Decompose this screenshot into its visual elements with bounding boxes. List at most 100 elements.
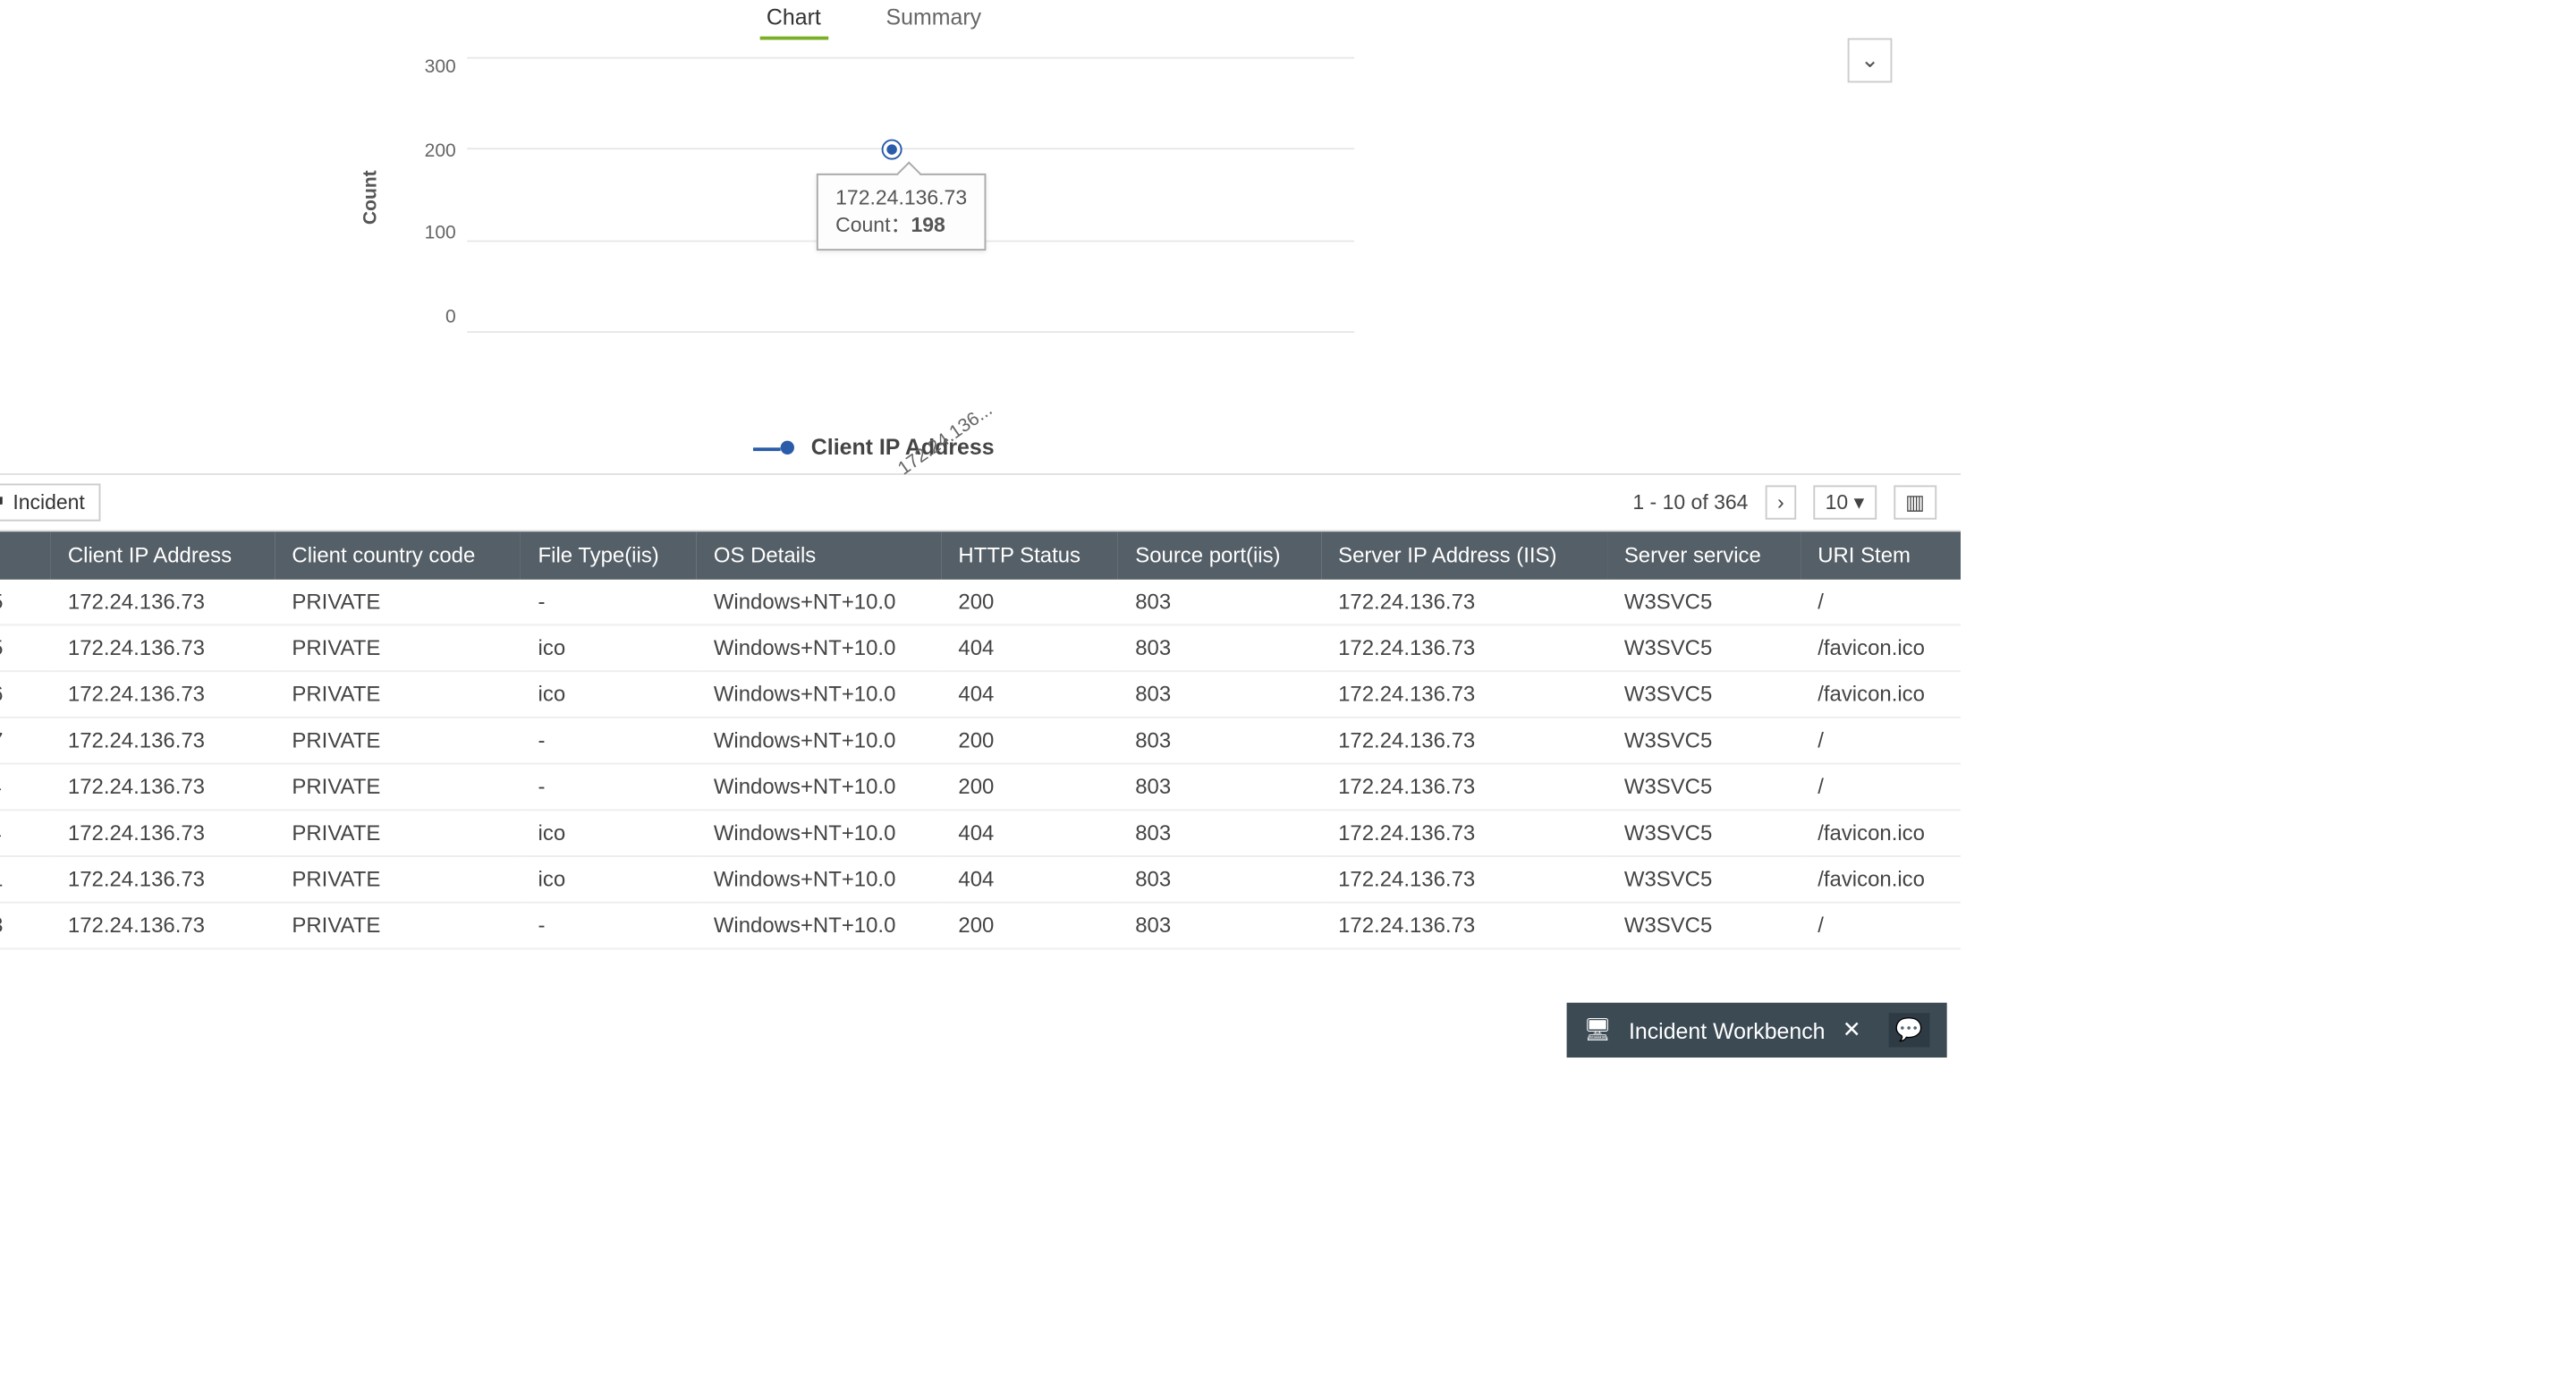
cell: 172.24.136.73 (51, 671, 275, 718)
cell: W3SVC5 (1607, 718, 1801, 764)
cell: W3SVC5 (1607, 810, 1801, 856)
col-header[interactable]: HTTP Status (941, 531, 1118, 580)
col-header[interactable]: URI Stem (1801, 531, 1961, 580)
page-size-select[interactable]: 10 ▾ (1813, 485, 1876, 519)
cell: /favicon.ico (1801, 856, 1961, 903)
cell: W3SVC5 (1607, 764, 1801, 811)
cell: Windows+NT+10.0 (697, 810, 942, 856)
col-header[interactable]: Source port(iis) (1118, 531, 1321, 580)
cell: 172.24.136.73 (1321, 718, 1607, 764)
table-toolbar: ▦ ≡ ⚑Incident 1 - 10 of 364 › 10 ▾ ▥ (0, 473, 1961, 531)
chart-tab[interactable]: Chart (759, 0, 827, 40)
cell: 2024-05-09 12:54:46 (0, 671, 51, 718)
y-tick: 100 (425, 224, 456, 244)
table-row[interactable]: 2024-05-09 13:47:05172.24.136.73PRIVATE-… (0, 580, 1961, 625)
cell: PRIVATE (275, 625, 521, 671)
cell: 2024-05-09 13:47:05 (0, 625, 51, 671)
pagination-range: 1 - 10 of 364 (1632, 490, 1748, 514)
cell: 2024-05-09 11:47:44 (0, 764, 51, 811)
cell: 2024-05-09 12:54:37 (0, 718, 51, 764)
cell: PRIVATE (275, 718, 521, 764)
next-page-button[interactable]: › (1766, 485, 1796, 519)
cell: 172.24.136.73 (51, 903, 275, 949)
close-icon[interactable]: ✕ (1843, 1016, 1861, 1044)
cell: 172.24.136.73 (51, 718, 275, 764)
cell: 172.24.136.73 (1321, 580, 1607, 625)
cell: 404 (941, 810, 1118, 856)
cell: 172.24.136.73 (1321, 625, 1607, 671)
main: IIS Server Overview Export as▼ 🖶 ⏰Schedu… (0, 0, 1961, 1058)
incident-button[interactable]: ⚑Incident (0, 484, 100, 522)
data-point[interactable] (884, 141, 901, 158)
cell: /favicon.ico (1801, 810, 1961, 856)
cell: 172.24.136.73 (1321, 671, 1607, 718)
col-header[interactable]: Server IP Address (IIS) (1321, 531, 1607, 580)
col-header[interactable]: Server service (1607, 531, 1801, 580)
cell: Windows+NT+10.0 (697, 580, 942, 625)
cell: 2024-05-09 11:47:44 (0, 810, 51, 856)
table-row[interactable]: 2024-05-09 10:48:23172.24.136.73PRIVATE-… (0, 903, 1961, 949)
y-axis-label: Count (360, 170, 380, 225)
cell: PRIVATE (275, 810, 521, 856)
cell: W3SVC5 (1607, 671, 1801, 718)
cell: 404 (941, 856, 1118, 903)
column-settings-button[interactable]: ▥ (1894, 485, 1937, 519)
table-header-row: Time ▼Client IP AddressClient country co… (0, 531, 1961, 580)
cell: ico (521, 625, 696, 671)
workbench-icon: 🖥 (1583, 1016, 1612, 1044)
cell: Windows+NT+10.0 (697, 856, 942, 903)
cell: PRIVATE (275, 671, 521, 718)
table-row[interactable]: 2024-05-09 11:47:44172.24.136.73PRIVATE-… (0, 764, 1961, 811)
cell: 404 (941, 671, 1118, 718)
cell: 172.24.136.73 (1321, 764, 1607, 811)
y-tick: 200 (425, 140, 456, 161)
cell: 803 (1118, 625, 1321, 671)
chat-icon[interactable]: 💬 (1888, 1013, 1929, 1047)
col-header[interactable]: File Type(iis) (521, 531, 696, 580)
cell: Windows+NT+10.0 (697, 903, 942, 949)
cell: - (521, 718, 696, 764)
table-row[interactable]: 2024-05-09 13:47:05 172.24.136.73 PRIVATEi… (0, 625, 1961, 671)
cell: 172.24.136.73 (1321, 856, 1607, 903)
cell: PRIVATE (275, 856, 521, 903)
cell: 172.24.136.73 (1321, 903, 1607, 949)
cell: 172.24.136.73 (1321, 810, 1607, 856)
col-header[interactable]: OS Details (697, 531, 942, 580)
cell: Windows+NT+10.0 (697, 718, 942, 764)
table-scroll[interactable]: Time ▼Client IP AddressClient country co… (0, 531, 1961, 1058)
cell: ico (521, 671, 696, 718)
y-tick: 0 (445, 307, 456, 327)
cell: W3SVC5 (1607, 856, 1801, 903)
cell: 2024-05-09 13:47:05 (0, 580, 51, 625)
table-row[interactable]: 2024-05-09 10:48:31172.24.136.73PRIVATEi… (0, 856, 1961, 903)
col-header[interactable]: Client IP Address (51, 531, 275, 580)
col-header[interactable]: Client country code (275, 531, 521, 580)
cell: /favicon.ico (1801, 625, 1961, 671)
cell: / (1801, 903, 1961, 949)
cell: W3SVC5 (1607, 625, 1801, 671)
table-row[interactable]: 2024-05-09 11:47:44172.24.136.73PRIVATEi… (0, 810, 1961, 856)
cell: / (1801, 580, 1961, 625)
cell: 200 (941, 580, 1118, 625)
cell: 404 (941, 625, 1118, 671)
cell: ico (521, 856, 696, 903)
cell: 803 (1118, 903, 1321, 949)
col-header[interactable]: Time ▼ (0, 531, 51, 580)
summary-tab[interactable]: Summary (879, 0, 988, 40)
table-row[interactable]: 2024-05-09 12:54:37172.24.136.73PRIVATE-… (0, 718, 1961, 764)
cell: Windows+NT+10.0 (697, 671, 942, 718)
chart-tooltip: 172.24.136.73Count：198 (817, 174, 986, 251)
cell: - (521, 903, 696, 949)
table-row[interactable]: 2024-05-09 12:54:46172.24.136.73PRIVATEi… (0, 671, 1961, 718)
results-table: Time ▼Client IP AddressClient country co… (0, 531, 1961, 949)
incident-workbench-panel[interactable]: 🖥 Incident Workbench ✕ 💬 (1566, 1003, 1947, 1058)
cell: / (1801, 764, 1961, 811)
chart-area: Chart Summary ⌄ Count 3002001000 172.24.… (0, 0, 1961, 473)
cell: 172.24.136.73 (51, 810, 275, 856)
cell: Windows+NT+10.0 (697, 625, 942, 671)
cell: 172.24.136.73 (51, 764, 275, 811)
cell: 803 (1118, 810, 1321, 856)
y-tick: 300 (425, 57, 456, 78)
cell: 803 (1118, 671, 1321, 718)
cell: / (1801, 718, 1961, 764)
